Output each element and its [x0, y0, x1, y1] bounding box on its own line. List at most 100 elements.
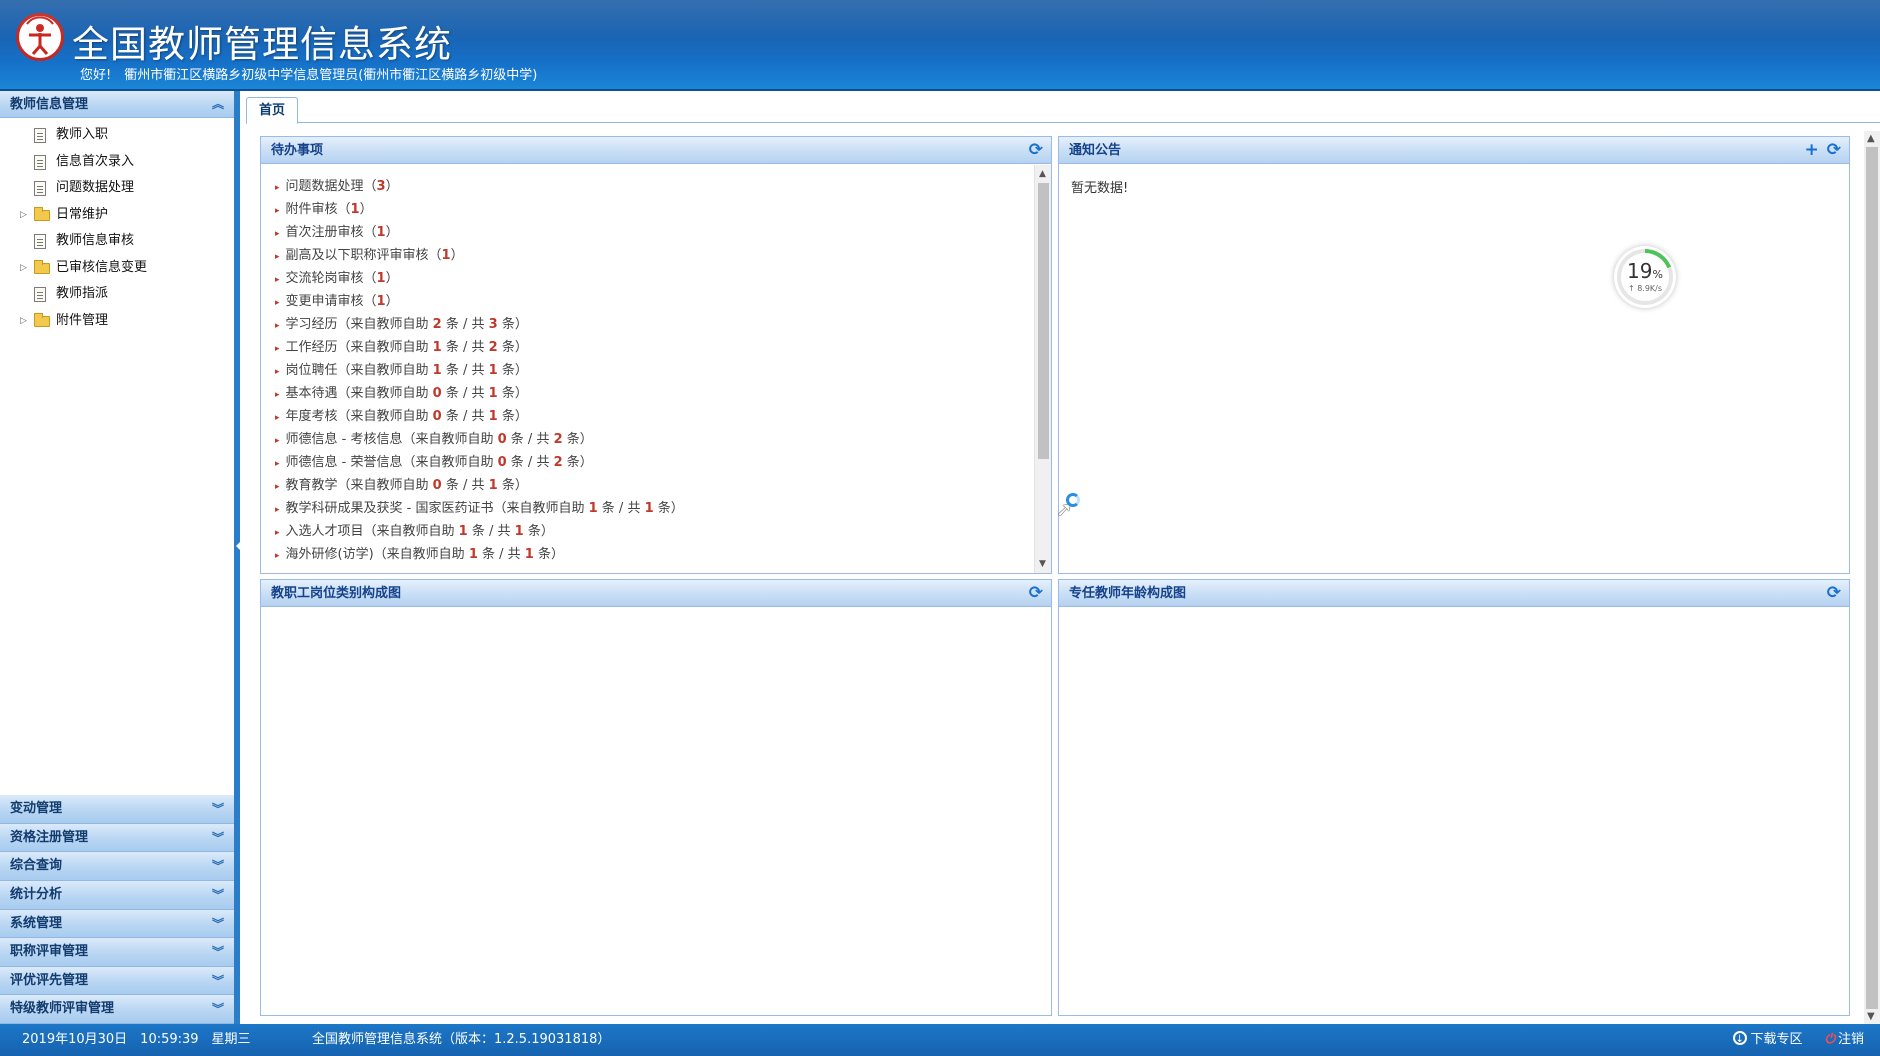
- refresh-icon[interactable]: ⟳: [1029, 583, 1043, 603]
- section-system-management[interactable]: 系统管理 ︾: [0, 909, 234, 939]
- logout-link[interactable]: ⏻ 注销: [1825, 1032, 1864, 1047]
- expand-arrow-icon[interactable]: ▷: [20, 308, 27, 335]
- scroll-down-icon[interactable]: ▼: [1867, 1011, 1875, 1022]
- tree-item-label: 教师信息审核: [56, 233, 135, 248]
- todo-scrollbar[interactable]: ▲ ▼: [1034, 165, 1051, 573]
- section-title-review[interactable]: 职称评审管理 ︾: [0, 938, 234, 967]
- scroll-down-icon[interactable]: ▼: [1039, 559, 1046, 569]
- tree-item-first-entry[interactable]: 信息首次录入: [0, 149, 234, 176]
- todo-item[interactable]: ▸ 工作经历（来自教师自助 1 条 / 共 2 条）: [275, 336, 1033, 359]
- double-chevron-down-icon[interactable]: ︾: [212, 938, 224, 967]
- todo-text: 变更申请审核（: [285, 294, 377, 309]
- tab-home[interactable]: 首页: [246, 97, 299, 124]
- scroll-up-icon[interactable]: ▲: [1039, 169, 1046, 179]
- tree-item-label: 附件管理: [56, 312, 109, 328]
- todo-text: 海外研修(访学)（来自教师自助: [285, 547, 469, 562]
- double-chevron-down-icon[interactable]: ︾: [212, 795, 224, 824]
- plus-icon[interactable]: +: [1805, 140, 1819, 160]
- tree-item-label: 已审核信息变更: [56, 259, 148, 275]
- section-awards[interactable]: 评优评先管理 ︾: [0, 966, 234, 996]
- document-icon: [34, 181, 46, 196]
- todo-text: 条）: [497, 363, 528, 378]
- todo-text: 条 / 共: [441, 317, 489, 332]
- panel-header: 通知公告 + ⟳: [1059, 137, 1849, 164]
- page-scrollbar[interactable]: ▲ ▼: [1864, 131, 1880, 1024]
- refresh-icon[interactable]: ⟳: [1827, 140, 1841, 160]
- todo-panel: 待办事项 ⟳ ▸ 问题数据处理（3） ▸ 附件审核（1） ▸ 首次注册审核（1） ▸ 副高及以…: [260, 136, 1052, 574]
- section-comprehensive-query[interactable]: 综合查询 ︾: [0, 852, 234, 882]
- double-chevron-down-icon[interactable]: ︾: [212, 910, 224, 939]
- todo-text: 条 / 共: [441, 363, 489, 378]
- todo-item[interactable]: ▸ 交流轮岗审核（1）: [275, 267, 1033, 290]
- double-chevron-down-icon[interactable]: ︾: [212, 995, 224, 1024]
- tree-item-label: 教师入职: [56, 127, 109, 142]
- todo-item[interactable]: ▸ 首次注册审核（1）: [275, 221, 1033, 244]
- section-special-teacher-review[interactable]: 特级教师评审管理 ︾: [0, 995, 234, 1024]
- expand-arrow-icon[interactable]: ▷: [20, 255, 27, 282]
- scroll-up-icon[interactable]: ▲: [1867, 133, 1875, 144]
- todo-item[interactable]: ▸ 副高及以下职称评审审核（1）: [275, 244, 1033, 267]
- network-speed-widget[interactable]: 19% ↑ 8.9K/s: [1614, 246, 1676, 308]
- todo-text: 条）: [562, 432, 593, 447]
- panel-title: 专任教师年龄构成图: [1069, 586, 1187, 601]
- todo-text: 教学科研成果及获奖 - 国家医药证书（来自教师自助: [285, 501, 589, 516]
- section-teacher-info-management[interactable]: 教师信息管理 ︽: [0, 91, 234, 118]
- gauge-speed: ↑ 8.9K/s: [1627, 284, 1663, 293]
- todo-count: 0: [432, 409, 442, 424]
- todo-item[interactable]: ▸ 问题数据处理（3）: [275, 175, 1033, 198]
- download-link[interactable]: 下载专区: [1732, 1024, 1803, 1056]
- tree-item-daily-maintenance[interactable]: ▷ 日常维护: [0, 202, 234, 229]
- todo-text: 岗位聘任（来自教师自助: [285, 363, 433, 378]
- double-chevron-down-icon[interactable]: ︾: [212, 852, 224, 881]
- todo-item[interactable]: ▸ 教学科研成果及获奖 - 国家医药证书（来自教师自助 1 条 / 共 1 条）: [275, 497, 1033, 520]
- gauge-percent: 19%: [1614, 259, 1676, 283]
- expand-arrow-icon[interactable]: ▷: [20, 202, 27, 229]
- scrollbar-thumb[interactable]: [1866, 147, 1878, 1009]
- todo-count: 1: [432, 363, 442, 378]
- scrollbar-thumb[interactable]: [1038, 183, 1049, 459]
- double-chevron-up-icon[interactable]: ︽: [212, 91, 224, 118]
- download-icon: [1732, 1024, 1747, 1056]
- tree-item-problem-data[interactable]: 问题数据处理: [0, 175, 234, 202]
- double-chevron-down-icon[interactable]: ︾: [212, 824, 224, 853]
- tree-item-teacher-onboarding[interactable]: 教师入职: [0, 122, 234, 149]
- todo-count: 1: [468, 547, 478, 562]
- todo-item[interactable]: ▸ 入选人才项目（来自教师自助 1 条 / 共 1 条）: [275, 520, 1033, 543]
- todo-text: 条）: [497, 386, 528, 401]
- tree-item-attachments[interactable]: ▷ 附件管理: [0, 308, 234, 335]
- tree-item-info-review[interactable]: 教师信息审核: [0, 228, 234, 255]
- todo-item[interactable]: ▸ 海外研修(访学)（来自教师自助 1 条 / 共 1 条）: [275, 543, 1033, 566]
- document-icon: [34, 287, 46, 302]
- todo-item[interactable]: ▸ 师德信息 - 考核信息（来自教师自助 0 条 / 共 2 条）: [275, 428, 1033, 451]
- double-chevron-down-icon[interactable]: ︾: [212, 967, 224, 996]
- section-change-management[interactable]: 变动管理 ︾: [0, 795, 234, 824]
- todo-item[interactable]: ▸ 变更申请审核（1）: [275, 290, 1033, 313]
- todo-item[interactable]: ▸ 附件审核（1）: [275, 198, 1033, 221]
- todo-count: 1: [644, 501, 654, 516]
- section-qualification-registration[interactable]: 资格注册管理 ︾: [0, 823, 234, 853]
- bullet-arrow-icon: ▸: [275, 505, 280, 515]
- tree-item-label: 教师指派: [56, 286, 109, 301]
- todo-text: 条 / 共: [477, 547, 525, 562]
- todo-text: 条 / 共: [441, 478, 489, 493]
- todo-item[interactable]: ▸ 教育教学（来自教师自助 0 条 / 共 1 条）: [275, 474, 1033, 497]
- bullet-arrow-icon: ▸: [275, 183, 280, 193]
- refresh-icon[interactable]: ⟳: [1827, 583, 1841, 603]
- todo-text: ）: [359, 202, 373, 217]
- todo-item[interactable]: ▸ 年度考核（来自教师自助 0 条 / 共 1 条）: [275, 405, 1033, 428]
- todo-item[interactable]: ▸ 学习经历（来自教师自助 2 条 / 共 3 条）: [275, 313, 1033, 336]
- section-statistics[interactable]: 统计分析 ︾: [0, 881, 234, 910]
- tree-item-reviewed-changes[interactable]: ▷ 已审核信息变更: [0, 255, 234, 282]
- todo-text: 条 / 共: [441, 340, 489, 355]
- document-icon: [34, 154, 46, 170]
- sidebar-collapse-handle[interactable]: [236, 530, 244, 560]
- double-chevron-down-icon[interactable]: ︾: [212, 881, 224, 910]
- refresh-icon[interactable]: ⟳: [1029, 140, 1043, 160]
- todo-item[interactable]: ▸ 基本待遇（来自教师自助 0 条 / 共 1 条）: [275, 382, 1033, 405]
- todo-item[interactable]: ▸ 岗位聘任（来自教师自助 1 条 / 共 1 条）: [275, 359, 1033, 382]
- tree-item-teacher-assign[interactable]: 教师指派: [0, 281, 234, 308]
- todo-item[interactable]: ▸ 师德信息 - 荣誉信息（来自教师自助 0 条 / 共 2 条）: [275, 451, 1033, 474]
- logo-icon: [16, 13, 64, 61]
- todo-count: 1: [488, 478, 498, 493]
- todo-count: 2: [553, 455, 563, 470]
